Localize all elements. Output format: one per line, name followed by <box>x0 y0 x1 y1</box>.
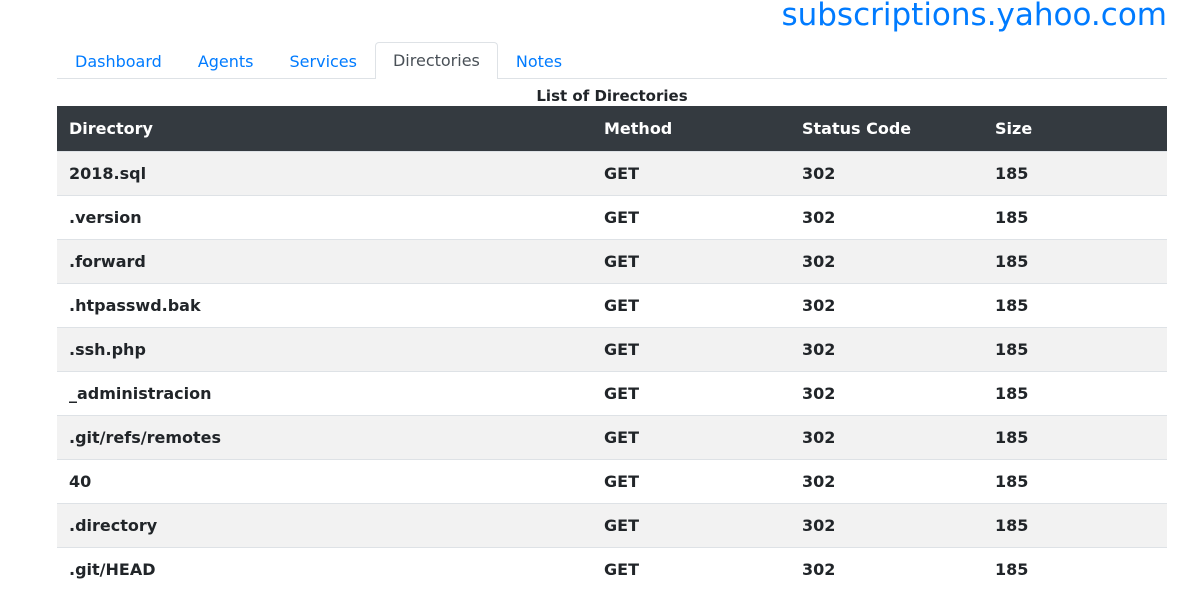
cell-size: 185 <box>983 370 1167 415</box>
column-header-status-code: Status Code <box>790 106 983 151</box>
cell-size: 185 <box>983 414 1167 459</box>
cell-directory: .git/HEAD <box>57 546 592 591</box>
cell-status-code: 302 <box>790 194 983 239</box>
cell-method: GET <box>592 238 790 283</box>
cell-method: GET <box>592 546 790 591</box>
tab-notes[interactable]: Notes <box>498 43 580 79</box>
cell-method: GET <box>592 370 790 415</box>
cell-directory: .ssh.php <box>57 326 592 371</box>
cell-directory: .htpasswd.bak <box>57 282 592 327</box>
target-host-title: subscriptions.yahoo.com <box>781 0 1167 33</box>
cell-method: GET <box>592 502 790 547</box>
table-row: 40 GET 302 185 <box>57 458 1167 503</box>
table-row: .git/HEAD GET 302 185 <box>57 546 1167 591</box>
table-row: .forward GET 302 185 <box>57 238 1167 283</box>
cell-size: 185 <box>983 282 1167 327</box>
cell-size: 185 <box>983 502 1167 547</box>
cell-status-code: 302 <box>790 502 983 547</box>
cell-directory: _administracion <box>57 370 592 415</box>
cell-status-code: 302 <box>790 238 983 283</box>
cell-status-code: 302 <box>790 150 983 195</box>
table-row: .git/refs/remotes GET 302 185 <box>57 414 1167 459</box>
table-header-row: Directory Method Status Code Size <box>57 106 1167 151</box>
column-header-method: Method <box>592 106 790 151</box>
nav-tabs: Dashboard Agents Services Directories No… <box>57 42 1167 79</box>
column-header-directory: Directory <box>57 106 592 151</box>
cell-method: GET <box>592 150 790 195</box>
table-row: .directory GET 302 185 <box>57 502 1167 547</box>
cell-directory: 40 <box>57 458 592 503</box>
cell-directory: .forward <box>57 238 592 283</box>
cell-status-code: 302 <box>790 282 983 327</box>
table-row: 2018.sql GET 302 185 <box>57 150 1167 195</box>
cell-size: 185 <box>983 458 1167 503</box>
cell-size: 185 <box>983 546 1167 591</box>
directories-table: Directory Method Status Code Size 2018.s… <box>57 106 1167 591</box>
tab-services[interactable]: Services <box>272 43 375 79</box>
cell-method: GET <box>592 326 790 371</box>
cell-status-code: 302 <box>790 326 983 371</box>
tab-directories[interactable]: Directories <box>374 42 498 79</box>
cell-status-code: 302 <box>790 414 983 459</box>
tab-dashboard[interactable]: Dashboard <box>57 43 180 79</box>
cell-status-code: 302 <box>790 546 983 591</box>
cell-status-code: 302 <box>790 458 983 503</box>
cell-size: 185 <box>983 194 1167 239</box>
table-row: .ssh.php GET 302 185 <box>57 326 1167 371</box>
cell-size: 185 <box>983 238 1167 283</box>
table-row: .version GET 302 185 <box>57 194 1167 239</box>
table-row: _administracion GET 302 185 <box>57 370 1167 415</box>
cell-method: GET <box>592 194 790 239</box>
cell-size: 185 <box>983 326 1167 371</box>
cell-method: GET <box>592 458 790 503</box>
cell-directory: .directory <box>57 502 592 547</box>
cell-method: GET <box>592 282 790 327</box>
cell-directory: .version <box>57 194 592 239</box>
tab-agents[interactable]: Agents <box>180 43 272 79</box>
table-row: .htpasswd.bak GET 302 185 <box>57 282 1167 327</box>
cell-directory: 2018.sql <box>57 150 592 195</box>
cell-status-code: 302 <box>790 370 983 415</box>
column-header-size: Size <box>983 106 1167 151</box>
cell-method: GET <box>592 414 790 459</box>
cell-size: 185 <box>983 150 1167 195</box>
table-caption: List of Directories <box>536 87 688 105</box>
cell-directory: .git/refs/remotes <box>57 414 592 459</box>
